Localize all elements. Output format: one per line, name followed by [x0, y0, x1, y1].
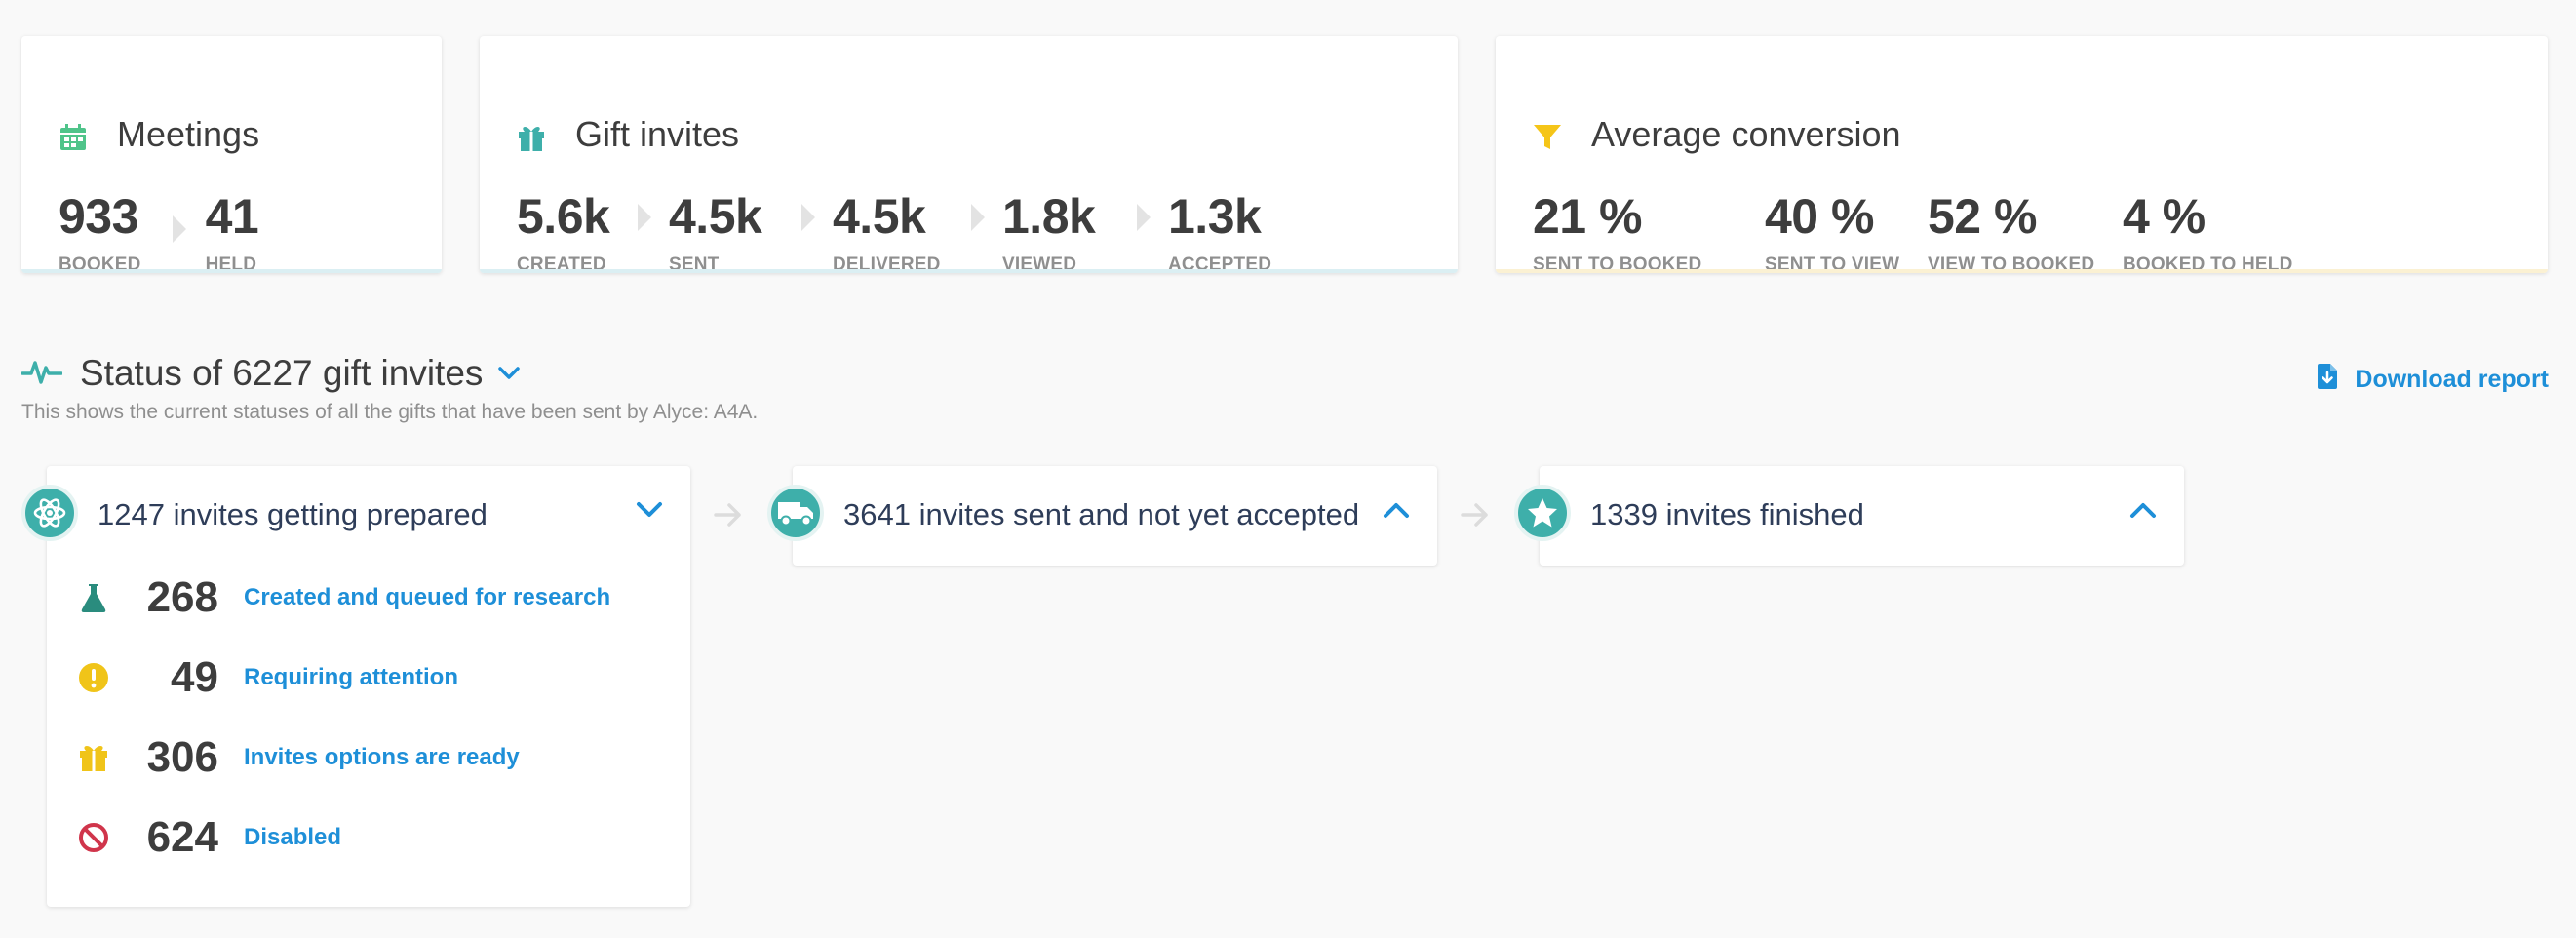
gift-icon [76, 743, 111, 772]
meetings-card: Meetings 933 BOOKED 41 HELD [21, 36, 442, 276]
stat-booked: 933 BOOKED [59, 192, 141, 276]
status-item-link[interactable]: Created and queued for research [244, 584, 610, 611]
calendar-icon [59, 120, 88, 150]
stat-view-to-booked: 52 % VIEW TO BOOKED [1928, 192, 2123, 276]
stat-value: 40 % [1765, 189, 1874, 244]
meetings-title-text: Meetings [117, 114, 260, 154]
stat-value: 41 [205, 189, 259, 244]
status-header: Status of 6227 gift invites [20, 353, 521, 394]
chevron-separator [638, 204, 651, 231]
gift-invites-title-text: Gift invites [575, 114, 740, 154]
conversion-title-text: Average conversion [1591, 114, 1901, 154]
status-item-count: 268 [146, 573, 218, 621]
gift-invites-stats: 5.6k CREATED 4.5k SENT 4.5k DELIVERED 1.… [517, 192, 1271, 276]
stage-title: 1247 invites getting prepared [98, 497, 488, 531]
status-item-link[interactable]: Disabled [244, 824, 341, 851]
conversion-stats: 21 % SENT TO BOOKED 40 % SENT TO VIEW 52… [1533, 192, 2293, 276]
chevron-separator [172, 215, 186, 243]
stat-value: 1.3k [1168, 189, 1262, 244]
flow-arrow-right-icon [713, 497, 744, 537]
flow-arrow-right-icon [1460, 497, 1491, 537]
meetings-title: Meetings [59, 114, 259, 155]
stat-value: 5.6k [517, 189, 610, 244]
conversion-title: Average conversion [1533, 114, 1901, 155]
pulse-icon [20, 357, 63, 391]
status-item-attention[interactable]: 49 Requiring attention [76, 648, 458, 707]
gift-invites-card: Gift invites 5.6k CREATED 4.5k SENT 4.5k… [480, 36, 1458, 276]
funnel-icon [1533, 120, 1562, 149]
chevron-separator [971, 204, 985, 231]
truck-icon [767, 485, 824, 541]
stat-value: 933 [59, 189, 138, 244]
stage-getting-prepared: 1247 invites getting prepared 268 Create… [21, 466, 690, 907]
chevron-separator [1137, 204, 1151, 231]
stat-viewed: 1.8k VIEWED [1002, 192, 1137, 276]
ban-icon [76, 822, 111, 853]
status-item-queued[interactable]: 268 Created and queued for research [76, 568, 610, 627]
expand-chevron-up-icon[interactable] [1383, 501, 1410, 524]
stat-value: 4.5k [669, 189, 762, 244]
stage-sent-not-accepted: 3641 invites sent and not yet accepted [767, 466, 1437, 566]
status-subtitle: This shows the current statuses of all t… [21, 401, 759, 423]
stat-accepted: 1.3k ACCEPTED [1168, 192, 1271, 276]
atom-icon [21, 485, 78, 541]
stat-sent-to-booked: 21 % SENT TO BOOKED [1533, 192, 1765, 276]
status-item-count: 306 [146, 733, 218, 781]
status-item-options-ready[interactable]: 306 Invites options are ready [76, 728, 520, 787]
file-download-icon [2318, 364, 2338, 396]
status-item-count: 624 [146, 813, 218, 861]
status-item-link[interactable]: Invites options are ready [244, 744, 520, 771]
meetings-stats: 933 BOOKED 41 HELD [59, 192, 259, 276]
status-title: Status of 6227 gift invites [80, 353, 484, 393]
card-accent [21, 269, 442, 273]
card-accent [480, 269, 1458, 273]
stat-booked-to-held: 4 % BOOKED TO HELD [2123, 192, 2293, 276]
stat-value: 4 % [2123, 189, 2205, 244]
stat-value: 4.5k [833, 189, 926, 244]
stat-sent: 4.5k SENT [669, 192, 801, 276]
status-item-count: 49 [171, 653, 218, 701]
stat-created: 5.6k CREATED [517, 192, 638, 276]
stat-value: 21 % [1533, 189, 1642, 244]
download-report-label: Download report [2355, 366, 2549, 393]
stage-finished: 1339 invites finished [1514, 466, 2184, 566]
flask-icon [76, 582, 111, 613]
status-item-disabled[interactable]: 624 Disabled [76, 808, 341, 867]
stat-sent-to-view: 40 % SENT TO VIEW [1765, 192, 1928, 276]
expand-chevron-up-icon[interactable] [2129, 501, 2157, 524]
collapse-chevron-down-icon[interactable] [636, 501, 663, 524]
status-dropdown-chevron-icon[interactable] [498, 366, 521, 385]
stat-value: 52 % [1928, 189, 2037, 244]
status-item-link[interactable]: Requiring attention [244, 664, 458, 691]
alert-icon [76, 662, 111, 693]
stat-held: 41 HELD [206, 192, 259, 276]
card-accent [1496, 269, 2548, 273]
stat-value: 1.8k [1002, 189, 1096, 244]
gift-invites-title: Gift invites [517, 114, 739, 155]
stage-title: 3641 invites sent and not yet accepted [843, 497, 1360, 531]
conversion-card: Average conversion 21 % SENT TO BOOKED 4… [1496, 36, 2548, 276]
stage-title: 1339 invites finished [1590, 497, 1864, 531]
download-report-button[interactable]: Download report [2318, 364, 2549, 396]
stat-delivered: 4.5k DELIVERED [833, 192, 971, 276]
gift-icon [517, 120, 546, 151]
chevron-separator [801, 204, 815, 231]
star-icon [1514, 485, 1571, 541]
